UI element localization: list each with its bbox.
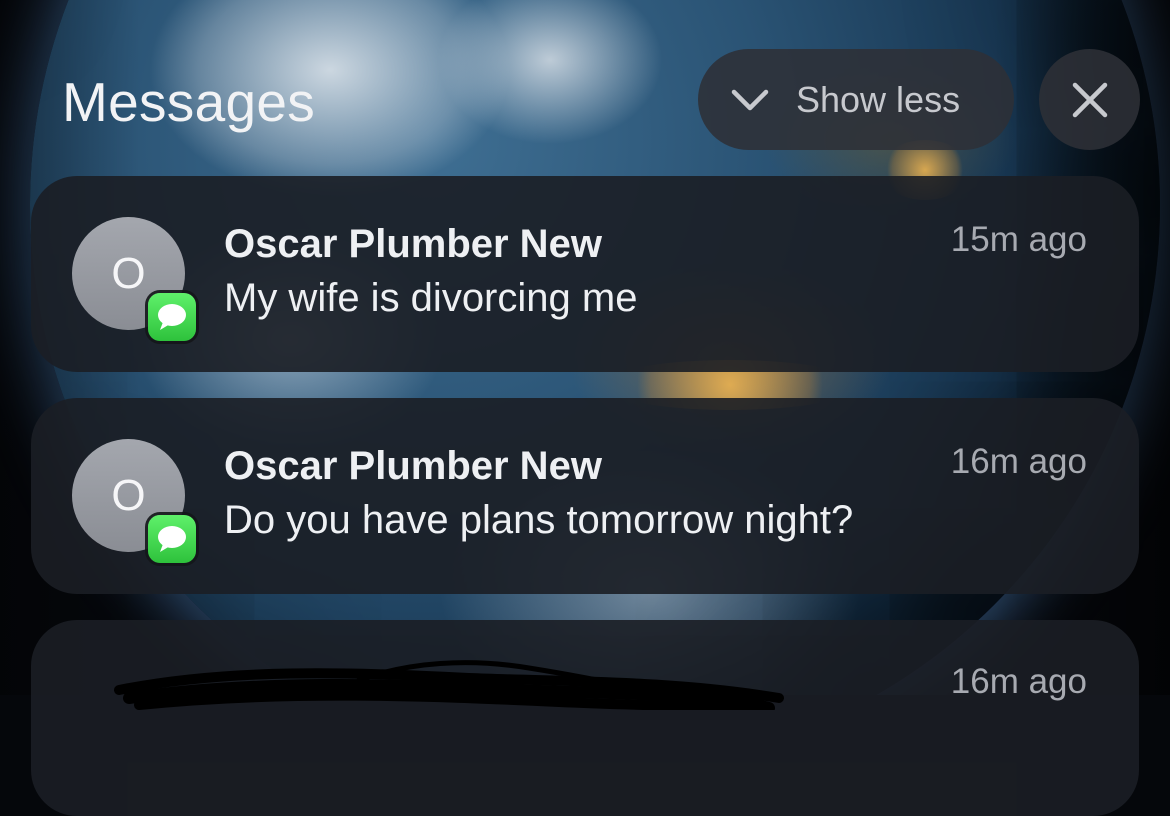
show-less-button[interactable]: Show less: [698, 49, 1014, 150]
notification-card[interactable]: O Oscar Plumber New 16m ago Do you have …: [31, 398, 1139, 594]
message-preview: My wife is divorcing me: [224, 276, 638, 320]
chevron-down-icon: [731, 89, 769, 110]
message-preview: Do you have plans tomorrow night?: [224, 498, 854, 542]
show-less-label: Show less: [796, 78, 961, 120]
sender-name: Oscar Plumber New: [224, 444, 602, 488]
redaction-scribble: [114, 660, 784, 710]
sender-name: Oscar Plumber New: [224, 222, 602, 266]
timestamp: 16m ago: [950, 442, 1087, 481]
messages-icon: [148, 293, 196, 341]
group-title: Messages: [62, 71, 316, 133]
clear-button[interactable]: [1039, 49, 1140, 150]
close-icon: [1072, 82, 1107, 117]
notification-card[interactable]: O Oscar Plumber New 15m ago My wife is d…: [31, 176, 1139, 372]
timestamp: 16m ago: [950, 662, 1087, 701]
messages-icon: [148, 515, 196, 563]
timestamp: 15m ago: [950, 220, 1087, 259]
notification-card[interactable]: 16m ago: [31, 620, 1139, 816]
